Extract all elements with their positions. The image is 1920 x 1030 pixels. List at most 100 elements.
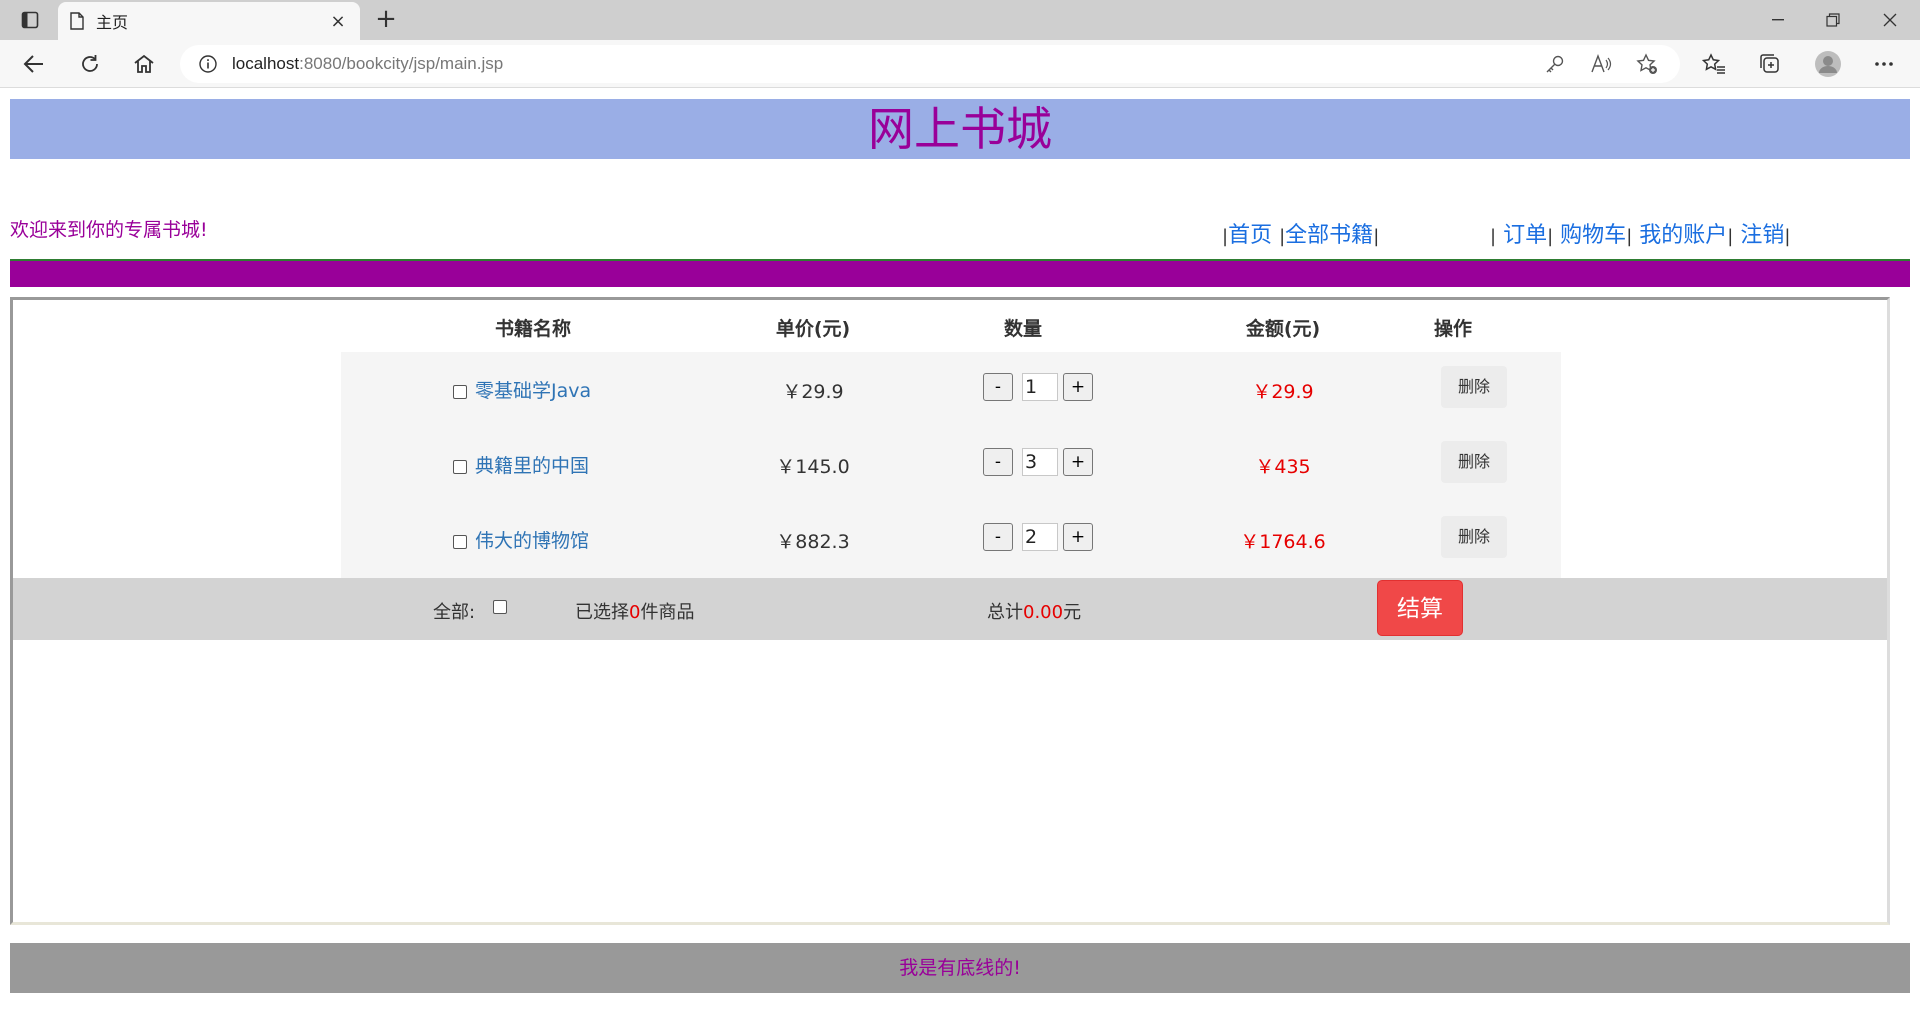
browser-tab-bar: 主页 × + <box>0 0 1920 40</box>
decrease-qty-button[interactable]: - <box>983 448 1013 476</box>
book-title-link[interactable]: 典籍里的中国 <box>475 455 589 477</box>
unit-price: ￥29.9 <box>782 381 844 403</box>
page-footer: 我是有底线的! <box>10 943 1910 993</box>
qty-input[interactable]: 1 <box>1022 373 1058 401</box>
unit-price: ￥145.0 <box>776 456 850 478</box>
checkout-button[interactable]: 结算 <box>1377 580 1463 636</box>
book-cell: 典籍里的中国 <box>453 451 653 478</box>
url-path: :8080/bookcity/jsp/main.jsp <box>299 54 504 73</box>
selected-suffix: 件商品 <box>640 602 695 623</box>
back-button[interactable] <box>16 48 52 80</box>
item-checkbox[interactable] <box>453 459 467 474</box>
header-action: 操作 <box>1433 318 1472 340</box>
row-amount: ￥435 <box>1255 456 1311 478</box>
favorites-icon <box>1702 53 1725 74</box>
purple-divider-bar <box>10 261 1910 287</box>
select-all-checkbox[interactable] <box>493 600 507 614</box>
book-cell: 伟大的博物馆 <box>453 526 653 553</box>
add-favorite-icon[interactable] <box>1634 51 1660 77</box>
tab-title: 主页 <box>96 13 129 32</box>
tab-close-icon[interactable]: × <box>328 11 348 32</box>
total-prefix: 总计 <box>987 602 1023 623</box>
total-value: 0.00 <box>1023 602 1064 623</box>
decrease-qty-button[interactable]: - <box>983 373 1013 401</box>
select-all-label: 全部: <box>433 602 476 623</box>
increase-qty-button[interactable]: + <box>1063 373 1093 401</box>
item-checkbox[interactable] <box>453 534 467 549</box>
book-title-link[interactable]: 零基础学Java <box>475 380 591 402</box>
page-content: 网上书城 欢迎来到你的专属书城! |首页 |全部书籍| | 订单| 购物车| 我… <box>0 89 1920 1030</box>
page-icon <box>70 12 84 30</box>
header-amount: 金额(元) <box>1245 318 1321 340</box>
more-icon <box>1875 62 1893 66</box>
profile-button[interactable] <box>1810 48 1846 80</box>
info-icon[interactable] <box>198 54 218 74</box>
nav-left: |首页 |全部书籍| <box>1222 217 1379 249</box>
browser-tab-active[interactable]: 主页 × <box>58 2 360 40</box>
nav-logout-link[interactable]: 注销 <box>1740 223 1784 248</box>
nav-all-books-link[interactable]: 全部书籍 <box>1285 223 1373 248</box>
reload-button[interactable] <box>72 48 108 80</box>
delete-button[interactable]: 删除 <box>1441 516 1507 558</box>
tab-actions-icon <box>21 11 39 29</box>
favorites-button[interactable] <box>1696 48 1732 80</box>
restore-icon <box>1825 13 1840 27</box>
nav-separator: | <box>1784 226 1791 247</box>
avatar-icon <box>1815 51 1841 77</box>
welcome-text: 欢迎来到你的专属书城! <box>10 219 208 241</box>
delete-button[interactable]: 删除 <box>1441 366 1507 408</box>
row-amount: ￥1764.6 <box>1240 531 1326 553</box>
nav-separator: | <box>1490 226 1497 247</box>
book-cell: 零基础学Java <box>453 376 653 403</box>
minimize-icon <box>1771 19 1784 21</box>
close-window-button[interactable] <box>1862 0 1917 40</box>
nav-separator: | <box>1373 226 1380 247</box>
back-arrow-icon <box>23 55 43 73</box>
selected-prefix: 已选择 <box>575 602 629 623</box>
nav-home-link[interactable]: 首页 <box>1228 223 1272 248</box>
collections-icon <box>1760 54 1779 73</box>
reload-icon <box>82 55 98 72</box>
header-quantity: 数量 <box>1003 318 1042 340</box>
new-tab-button[interactable]: + <box>370 4 402 36</box>
url-actions <box>1542 51 1660 77</box>
book-title-link[interactable]: 伟大的博物馆 <box>475 530 589 552</box>
url-host: localhost <box>232 54 300 73</box>
qty-input[interactable]: 2 <box>1022 523 1058 551</box>
key-icon[interactable] <box>1542 51 1568 77</box>
settings-menu-button[interactable] <box>1866 48 1902 80</box>
url-field[interactable]: localhost:8080/bookcity/jsp/main.jsp <box>180 45 1680 83</box>
nav-separator: | <box>1727 226 1734 247</box>
read-aloud-icon[interactable] <box>1588 51 1614 77</box>
increase-qty-button[interactable]: + <box>1063 448 1093 476</box>
nav-cart-link[interactable]: 购物车 <box>1560 223 1626 248</box>
minimize-button[interactable] <box>1750 0 1805 40</box>
selected-count: 0 <box>629 602 641 623</box>
increase-qty-button[interactable]: + <box>1063 523 1093 551</box>
selected-count-text: 已选择0件商品 <box>575 598 694 624</box>
decrease-qty-button[interactable]: - <box>983 523 1013 551</box>
restore-button[interactable] <box>1805 0 1860 40</box>
total-text: 总计0.00元 <box>987 598 1081 624</box>
home-icon <box>134 54 154 73</box>
header-book-name: 书籍名称 <box>494 318 571 340</box>
cart-summary-bar: 全部: 已选择0件商品 总计0.00元 结算 <box>13 578 1887 640</box>
cart-row: 典籍里的中国 ￥145.0 - 3 + ￥435 删除 <box>13 427 1893 497</box>
nav-account-link[interactable]: 我的账户 <box>1639 223 1727 248</box>
home-button[interactable] <box>126 48 162 80</box>
item-checkbox[interactable] <box>453 384 467 399</box>
cart-row: 伟大的博物馆 ￥882.3 - 2 + ￥1764.6 删除 <box>13 502 1893 572</box>
cart-row: 零基础学Java ￥29.9 - 1 + ￥29.9 删除 <box>13 352 1893 422</box>
nav-separator: | <box>1547 226 1554 247</box>
nav-separator: | <box>1626 226 1633 247</box>
row-amount: ￥29.9 <box>1252 381 1314 403</box>
close-icon <box>1883 13 1896 27</box>
nav-orders-link[interactable]: 订单 <box>1503 223 1547 248</box>
delete-button[interactable]: 删除 <box>1441 441 1507 483</box>
unit-price: ￥882.3 <box>776 531 850 553</box>
nav-right: | 订单| 购物车| 我的账户| 注销| <box>1490 217 1790 249</box>
qty-input[interactable]: 3 <box>1022 448 1058 476</box>
site-banner-title: 网上书城 <box>10 99 1910 159</box>
collections-button[interactable] <box>1752 48 1788 80</box>
tab-actions-button[interactable] <box>10 4 50 36</box>
